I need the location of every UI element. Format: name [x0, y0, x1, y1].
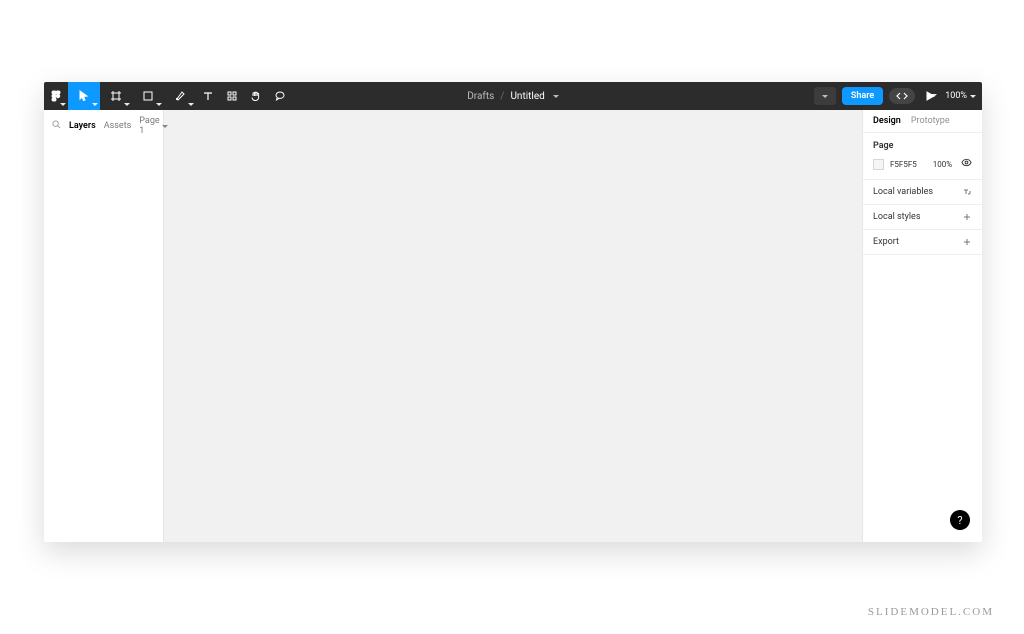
text-tool-button[interactable] — [196, 82, 220, 110]
text-icon — [202, 90, 214, 102]
chevron-down-icon — [970, 95, 976, 98]
search-icon — [52, 120, 61, 129]
zoom-value: 100% — [945, 91, 967, 101]
breadcrumb-separator: / — [500, 91, 504, 102]
app-body: Layers Assets Page 1 Design Prototype Pa… — [44, 110, 982, 542]
plus-icon — [962, 212, 972, 222]
page-background-row[interactable]: F5F5F5 100% — [873, 157, 972, 171]
chevron-down-icon — [162, 125, 168, 128]
collaborators-dropdown[interactable] — [814, 87, 836, 105]
eye-icon — [961, 157, 972, 168]
rectangle-icon — [142, 90, 154, 102]
tab-prototype[interactable]: Prototype — [911, 116, 950, 126]
page-selector-label: Page 1 — [139, 116, 159, 136]
shape-tool-button[interactable] — [132, 82, 164, 110]
left-panel: Layers Assets Page 1 — [44, 110, 164, 542]
hand-tool-button[interactable] — [244, 82, 268, 110]
comment-tool-button[interactable] — [268, 82, 292, 110]
right-panel-tabs: Design Prototype — [863, 110, 982, 133]
comment-icon — [274, 90, 286, 102]
chevron-down-icon[interactable] — [553, 95, 559, 98]
settings-icon — [962, 187, 972, 197]
pen-tool-button[interactable] — [164, 82, 196, 110]
export-label: Export — [873, 237, 899, 247]
main-menu-button[interactable] — [44, 82, 68, 110]
toolbar-left — [44, 82, 292, 110]
canvas[interactable] — [164, 110, 862, 542]
page-bg-opacity[interactable]: 100% — [933, 160, 952, 169]
visibility-toggle[interactable] — [961, 157, 972, 171]
tab-layers[interactable]: Layers — [69, 121, 96, 131]
tab-assets[interactable]: Assets — [104, 121, 132, 131]
present-button[interactable] — [921, 91, 939, 101]
breadcrumb-folder[interactable]: Drafts — [467, 91, 494, 102]
frame-tool-button[interactable] — [100, 82, 132, 110]
figma-logo-icon — [50, 90, 62, 102]
watermark: SLIDEMODEL.COM — [868, 606, 994, 618]
page-bg-hex[interactable]: F5F5F5 — [890, 160, 917, 169]
hand-icon — [250, 90, 262, 102]
export-row[interactable]: Export — [863, 230, 982, 255]
zoom-dropdown[interactable]: 100% — [945, 91, 976, 101]
tab-design[interactable]: Design — [873, 116, 901, 126]
app-window: Drafts / Untitled Share 100% — [44, 82, 982, 542]
local-variables-label: Local variables — [873, 187, 933, 197]
help-button[interactable]: ? — [950, 510, 970, 530]
resources-icon — [226, 90, 238, 102]
right-panel: Design Prototype Page F5F5F5 100% Local … — [862, 110, 982, 542]
top-toolbar: Drafts / Untitled Share 100% — [44, 82, 982, 110]
page-section-title: Page — [873, 141, 972, 151]
local-variables-row[interactable]: Local variables — [863, 180, 982, 205]
breadcrumb-title[interactable]: Untitled — [510, 91, 544, 102]
share-button[interactable]: Share — [842, 87, 883, 105]
dev-mode-icon — [896, 91, 908, 101]
pen-icon — [174, 90, 186, 102]
toolbar-right: Share 100% — [814, 82, 982, 110]
local-styles-label: Local styles — [873, 212, 920, 222]
page-section: Page F5F5F5 100% — [863, 133, 982, 180]
frame-icon — [110, 90, 122, 102]
cursor-icon — [78, 90, 90, 102]
resources-button[interactable] — [220, 82, 244, 110]
move-tool-button[interactable] — [68, 82, 100, 110]
left-panel-tabs: Layers Assets Page 1 — [44, 110, 163, 142]
color-swatch[interactable] — [873, 159, 884, 170]
plus-icon — [962, 237, 972, 247]
local-styles-row[interactable]: Local styles — [863, 205, 982, 230]
dev-mode-toggle[interactable] — [889, 88, 915, 104]
search-button[interactable] — [52, 120, 61, 132]
